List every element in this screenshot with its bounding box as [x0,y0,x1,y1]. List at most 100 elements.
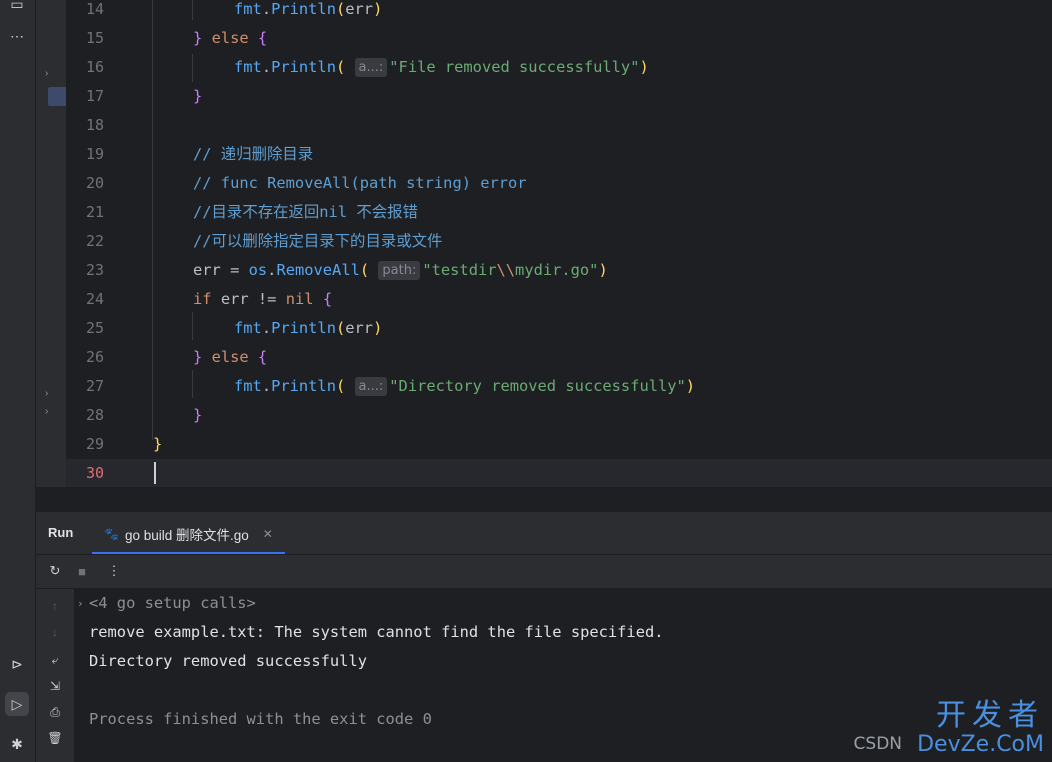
activity-bar: ▭ ⋯ ⊳ ▷ ✱ [0,0,36,762]
code-token: err [220,290,249,308]
code-line: 19 // 递归删除目录 [66,140,1052,169]
rerun-icon[interactable]: ↻ [46,562,64,580]
code-token: fmt [234,0,262,18]
code-comment: // 递归删除目录 [193,145,314,163]
code-editor[interactable]: 14 fmt.Println(err) 15 } else { 16 fmt.P… [66,0,1052,488]
more-options-icon[interactable]: ⋮ [105,562,123,580]
parameter-hint: a...: [354,377,388,396]
run-tab-label: go build 删除文件.go [124,528,249,543]
line-number: 26 [85,348,104,366]
code-comment: //目录不存在返回nil 不会报错 [193,203,418,221]
code-line: 28 } [66,401,1052,430]
tree-selection [48,87,66,106]
parameter-hint: a...: [354,58,388,77]
line-number: 27 [85,377,104,395]
stop-icon[interactable]: ■ [73,562,91,580]
console-output[interactable]: › <4 go setup calls> remove example.txt:… [74,589,1052,762]
code-line: 26 } else { [66,343,1052,372]
panel-splitter[interactable] [36,487,1052,512]
arrow-down-icon[interactable]: ↓ [46,623,64,641]
go-file-icon: 🐾 [104,527,119,541]
line-number: 23 [85,261,104,279]
chevron-right-icon[interactable]: › [77,597,84,610]
code-line: 24 if err != nil { [66,285,1052,314]
code-line: 29 } [66,430,1052,459]
code-token: Println [271,319,336,337]
line-number: 20 [85,174,104,192]
line-number: 30 [85,464,104,482]
trash-icon[interactable]: 🗑 [46,729,64,747]
code-line: 15 } else { [66,24,1052,53]
line-number: 24 [85,290,104,308]
print-icon[interactable]: ⎙ [46,703,64,721]
line-number: 18 [85,116,104,134]
line-number: 17 [85,87,104,105]
line-number: 29 [85,435,104,453]
code-token: fmt [234,319,262,337]
console-line: Directory removed successfully [89,652,367,670]
code-line: 21 //目录不存在返回nil 不会报错 [66,198,1052,227]
line-number: 21 [85,203,104,221]
code-line: 18 [66,111,1052,140]
code-line: 25 fmt.Println(err) [66,314,1052,343]
project-icon[interactable]: ▭ [5,0,29,16]
debug-icon[interactable]: ✱ [5,732,29,756]
watermark-cn: 开发者 [936,698,1044,733]
code-token: Println [271,377,336,395]
code-line: 14 fmt.Println(err) [66,0,1052,24]
watermark-csdn: CSDN [853,734,902,754]
console-line[interactable]: <4 go setup calls> [89,589,256,618]
run-tab[interactable]: 🐾 go build 删除文件.go ✕ [92,516,285,554]
line-number: 22 [85,232,104,250]
code-token: "testdir [422,261,497,279]
run-toolbar: ↻ ■ ⋮ [36,555,1052,589]
watermark-en: DevZe.CoM [917,732,1044,757]
scroll-to-end-icon[interactable]: ⇲ [46,677,64,695]
code-line: 22 //可以删除指定目录下的目录或文件 [66,227,1052,256]
code-token: \\ [496,261,516,279]
line-number: 15 [85,29,104,47]
code-line: 27 fmt.Println( a...: "Directory removed … [66,372,1052,401]
chevron-right-icon[interactable]: › [45,388,48,399]
code-token: Println [271,0,336,18]
code-token: if [193,290,212,308]
code-token: else [211,348,249,366]
console-line: remove example.txt: The system cannot fi… [89,623,664,641]
line-number: 28 [85,406,104,424]
code-comment: // func RemoveAll(path string) error [193,174,527,192]
run-tool-window-header: Run 🐾 go build 删除文件.go ✕ [36,512,1052,555]
more-icon[interactable]: ⋯ [5,24,29,48]
line-number: 25 [85,319,104,337]
close-icon[interactable]: ✕ [263,527,273,541]
code-token: fmt [234,58,262,76]
code-comment: //可以删除指定目录下的目录或文件 [193,232,443,250]
code-line: 17 } [66,82,1052,111]
code-line: 20 // func RemoveAll(path string) error [66,169,1052,198]
line-number: 16 [85,58,104,76]
services-icon[interactable]: ⊳ [5,652,29,676]
parameter-hint: path: [378,261,421,280]
code-line: 16 fmt.Println( a...: "File removed succe… [66,53,1052,82]
code-token: err [345,319,374,337]
code-token: fmt [234,377,262,395]
code-token: nil [285,290,314,308]
code-token: mydir.go" [515,261,599,279]
code-token: "Directory removed successfully" [389,377,686,395]
code-token: RemoveAll [276,261,360,279]
chevron-right-icon[interactable]: › [45,68,48,79]
text-caret [154,462,156,484]
arrow-up-icon[interactable]: ↑ [46,597,64,615]
code-token: else [211,29,249,47]
code-token: os [248,261,268,279]
code-line: 23 err = os.RemoveAll( path: "testdir\\my… [66,256,1052,285]
code-token: "File removed successfully" [389,58,640,76]
run-title: Run [48,525,74,540]
soft-wrap-icon[interactable]: ⤶ [46,651,64,669]
code-token: err [193,261,221,279]
chevron-right-icon[interactable]: › [45,406,48,417]
project-tree: › › › [36,0,66,512]
run-icon[interactable]: ▷ [5,692,29,716]
code-token: err [345,0,374,18]
line-number: 19 [85,145,104,163]
console-line: Process finished with the exit code 0 [89,710,432,728]
